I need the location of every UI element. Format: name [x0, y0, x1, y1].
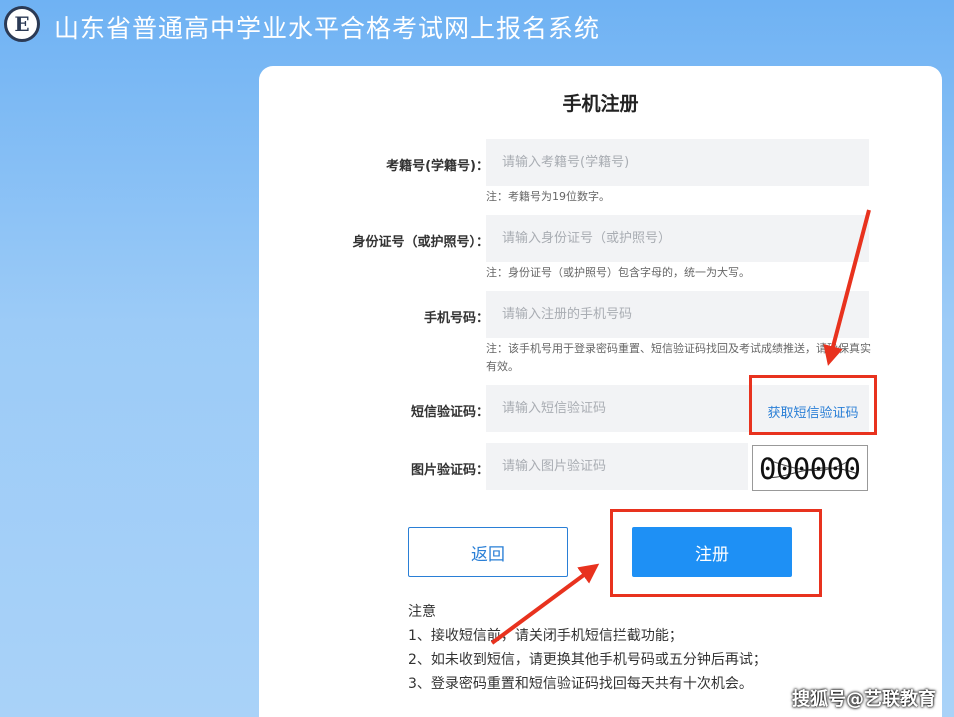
- sms-code-label: 短信验证码：: [410, 405, 489, 420]
- exam-id-label: 考籍号(学籍号)：: [386, 159, 489, 174]
- registration-panel: 手机注册 考籍号(学籍号)： 注：考籍号为19位数字。 身份证号（或护照号）： …: [259, 66, 942, 717]
- id-card-label: 身份证号（或护照号）：: [352, 235, 489, 250]
- id-card-note: 注：身份证号（或护照号）包含字母的，统一为大写。: [486, 266, 750, 279]
- notice-item: 3、登录密码重置和短信验证码找回每天共有十次机会。: [408, 676, 753, 692]
- id-card-input[interactable]: [486, 215, 869, 262]
- image-code-label: 图片验证码：: [410, 463, 489, 478]
- phone-label: 手机号码：: [423, 311, 489, 326]
- notice-item: 1、接收短信前，请关闭手机短信拦截功能；: [408, 628, 683, 644]
- exam-id-note: 注：考籍号为19位数字。: [486, 190, 610, 203]
- captcha-text: 000000: [759, 452, 861, 486]
- site-title: 山东省普通高中学业水平合格考试网上报名系统: [54, 14, 601, 43]
- form-title: 手机注册: [562, 93, 639, 115]
- exam-id-input[interactable]: [486, 139, 869, 186]
- image-code-input[interactable]: [486, 443, 748, 490]
- logo: E: [4, 6, 40, 42]
- header: E 山东省普通高中学业水平合格考试网上报名系统: [0, 0, 954, 52]
- back-button[interactable]: 返回: [408, 527, 568, 577]
- notice-heading: 注意: [408, 604, 436, 620]
- phone-note: 注：该手机号用于登录密码重置、短信验证码找回及考试成绩推送，请确保真实有效。: [486, 342, 871, 373]
- sms-code-highlight-box: [749, 375, 877, 435]
- notice: 注意 1、接收短信前，请关闭手机短信拦截功能； 2、如未收到短信，请更换其他手机…: [408, 600, 767, 696]
- phone-input[interactable]: [486, 291, 869, 338]
- notice-item: 2、如未收到短信，请更换其他手机号码或五分钟后再试；: [408, 652, 767, 668]
- watermark: 搜狐号@艺联教育: [792, 689, 936, 710]
- register-highlight-box: [610, 509, 822, 597]
- captcha-image[interactable]: 000000: [752, 445, 868, 491]
- logo-letter: E: [14, 12, 30, 36]
